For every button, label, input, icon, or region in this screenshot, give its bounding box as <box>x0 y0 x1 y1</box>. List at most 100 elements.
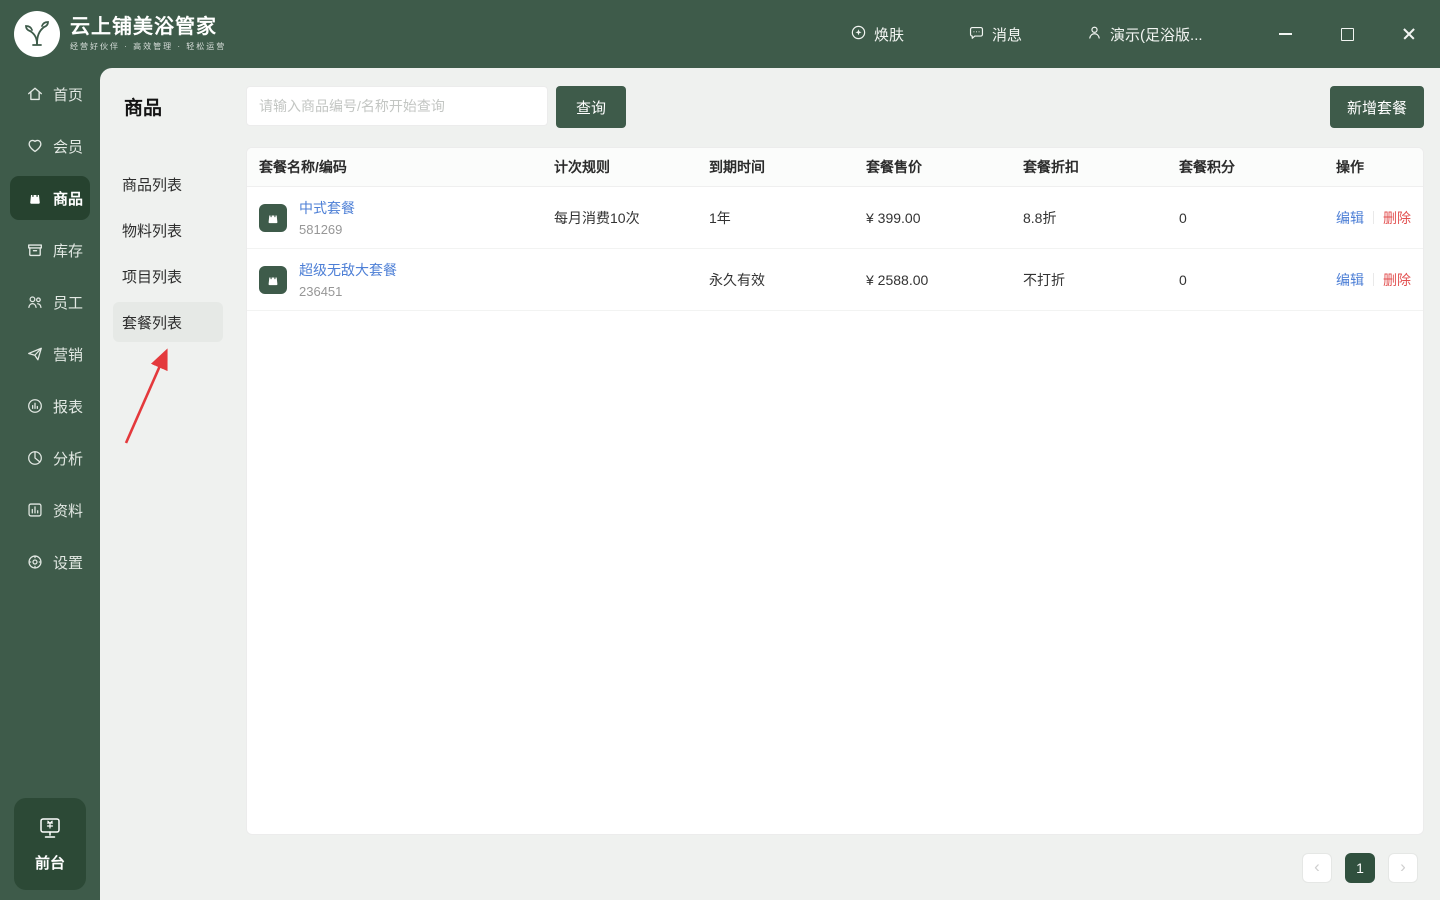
package-cell: 超级无敌大套餐 236451 <box>259 260 554 299</box>
messages-label: 消息 <box>992 24 1022 45</box>
submenu-item-project-list[interactable]: 项目列表 <box>113 256 223 296</box>
bar-chart-icon <box>26 501 44 519</box>
add-package-button[interactable]: 新增套餐 <box>1330 86 1424 128</box>
sidebar-label-data: 资料 <box>53 500 83 521</box>
table-row: 中式套餐 581269 每月消费10次 1年 ¥ 399.00 8.8折 0 编… <box>247 187 1423 249</box>
app-logo: 云上铺美浴管家 经营好伙伴 · 高效管理 · 轻松运营 <box>0 11 314 57</box>
users-icon <box>26 293 44 311</box>
delete-link[interactable]: 删除 <box>1383 208 1411 228</box>
sidebar-item-home[interactable]: 首页 <box>0 68 100 120</box>
user-icon <box>1086 24 1103 45</box>
package-table: 套餐名称/编码 计次规则 到期时间 套餐售价 套餐折扣 套餐积分 操作 <box>246 147 1424 835</box>
count-rule-cell: 每月消费10次 <box>554 208 709 228</box>
home-icon <box>26 85 44 103</box>
action-divider <box>1373 211 1374 224</box>
paper-plane-icon <box>26 345 44 363</box>
actions-cell: 编辑 删除 <box>1336 208 1423 228</box>
sidebar-item-members[interactable]: 会员 <box>0 120 100 172</box>
package-name-link[interactable]: 中式套餐 <box>299 198 355 218</box>
page-title: 商品 <box>124 93 162 120</box>
close-button[interactable] <box>1401 26 1417 42</box>
package-bag-icon <box>259 204 287 232</box>
actions-cell: 编辑 删除 <box>1336 270 1423 290</box>
search-input[interactable] <box>246 86 548 126</box>
table-header-row: 套餐名称/编码 计次规则 到期时间 套餐售价 套餐折扣 套餐积分 操作 <box>247 148 1423 187</box>
top-nav: 焕肤 消息 <box>850 0 1203 68</box>
skin-renew-menu-item[interactable]: 焕肤 <box>850 24 904 45</box>
col-header-name-code: 套餐名称/编码 <box>259 157 554 177</box>
minimize-button[interactable] <box>1277 26 1293 42</box>
col-header-discount: 套餐折扣 <box>1023 157 1179 177</box>
sidebar: 首页 会员 商品 库存 <box>0 68 100 900</box>
bag-icon <box>26 189 44 207</box>
col-header-actions: 操作 <box>1336 157 1423 177</box>
submenu-item-package-list[interactable]: 套餐列表 <box>113 302 223 342</box>
next-page-button[interactable]: › <box>1388 853 1418 883</box>
front-desk-button[interactable]: 前台 <box>14 798 86 890</box>
sidebar-item-settings[interactable]: 设置 <box>0 536 100 588</box>
sidebar-label-home: 首页 <box>53 84 83 105</box>
app-title: 云上铺美浴管家 <box>70 16 226 38</box>
pie-chart-icon <box>26 449 44 467</box>
col-header-points: 套餐积分 <box>1179 157 1336 177</box>
edit-link[interactable]: 编辑 <box>1336 270 1364 290</box>
submenu-item-material-list[interactable]: 物料列表 <box>113 210 223 250</box>
account-label: 演示(足浴版... <box>1110 24 1203 45</box>
sidebar-item-marketing[interactable]: 营销 <box>0 328 100 380</box>
report-icon <box>26 397 44 415</box>
sidebar-label-members: 会员 <box>53 136 83 157</box>
skin-renew-label: 焕肤 <box>874 24 904 45</box>
col-header-count-rule: 计次规则 <box>554 157 709 177</box>
col-header-price: 套餐售价 <box>866 157 1023 177</box>
submenu-item-product-list[interactable]: 商品列表 <box>113 164 223 204</box>
table-row: 超级无敌大套餐 236451 永久有效 ¥ 2588.00 不打折 0 编辑 删… <box>247 249 1423 311</box>
sidebar-item-analytics[interactable]: 分析 <box>0 432 100 484</box>
app-window: 云上铺美浴管家 经营好伙伴 · 高效管理 · 轻松运营 焕肤 <box>0 0 1440 900</box>
package-bag-icon <box>259 266 287 294</box>
discount-cell: 8.8折 <box>1023 208 1179 228</box>
sidebar-item-data[interactable]: 资料 <box>0 484 100 536</box>
points-cell: 0 <box>1179 210 1336 226</box>
sidebar-label-products: 商品 <box>53 188 83 209</box>
edit-link[interactable]: 编辑 <box>1336 208 1364 228</box>
price-cell: ¥ 2588.00 <box>866 272 1023 288</box>
action-divider <box>1373 273 1374 286</box>
sidebar-item-inventory[interactable]: 库存 <box>0 224 100 276</box>
app-subtitle: 经营好伙伴 · 高效管理 · 轻松运营 <box>70 41 226 52</box>
page-number-button[interactable]: 1 <box>1345 853 1375 883</box>
main-content: 商品 查询 新增套餐 商品列表 物料列表 项目列表 套餐列表 套餐名称/编码 计… <box>100 68 1440 900</box>
product-submenu: 商品列表 物料列表 项目列表 套餐列表 <box>113 164 223 348</box>
sparkle-icon <box>850 24 867 45</box>
sidebar-label-staff: 员工 <box>53 292 83 313</box>
sidebar-item-products[interactable]: 商品 <box>10 176 90 220</box>
delete-link[interactable]: 删除 <box>1383 270 1411 290</box>
logo-plant-icon <box>14 11 60 57</box>
heart-icon <box>26 137 44 155</box>
sidebar-item-staff[interactable]: 员工 <box>0 276 100 328</box>
messages-menu-item[interactable]: 消息 <box>968 24 1022 45</box>
account-menu-item[interactable]: 演示(足浴版... <box>1086 24 1203 45</box>
settings-icon <box>26 553 44 571</box>
pagination: ‹ 1 › <box>1302 853 1418 883</box>
price-cell: ¥ 399.00 <box>866 210 1023 226</box>
logo-text: 云上铺美浴管家 经营好伙伴 · 高效管理 · 轻松运营 <box>70 16 226 52</box>
front-desk-label: 前台 <box>35 852 65 873</box>
expiry-cell: 永久有效 <box>709 270 866 290</box>
expiry-cell: 1年 <box>709 208 866 228</box>
search-button[interactable]: 查询 <box>556 86 626 128</box>
package-code: 236451 <box>299 284 397 299</box>
box-icon <box>26 241 44 259</box>
cashier-monitor-icon <box>37 816 63 844</box>
sidebar-label-inventory: 库存 <box>53 240 83 261</box>
window-controls <box>1277 0 1417 68</box>
top-header: 云上铺美浴管家 经营好伙伴 · 高效管理 · 轻松运营 焕肤 <box>0 0 1440 68</box>
chat-icon <box>968 24 985 45</box>
sidebar-label-analytics: 分析 <box>53 448 83 469</box>
sidebar-label-marketing: 营销 <box>53 344 83 365</box>
prev-page-button[interactable]: ‹ <box>1302 853 1332 883</box>
discount-cell: 不打折 <box>1023 270 1179 290</box>
package-name-link[interactable]: 超级无敌大套餐 <box>299 260 397 280</box>
maximize-button[interactable] <box>1339 26 1355 42</box>
col-header-expiry: 到期时间 <box>709 157 866 177</box>
sidebar-item-reports[interactable]: 报表 <box>0 380 100 432</box>
